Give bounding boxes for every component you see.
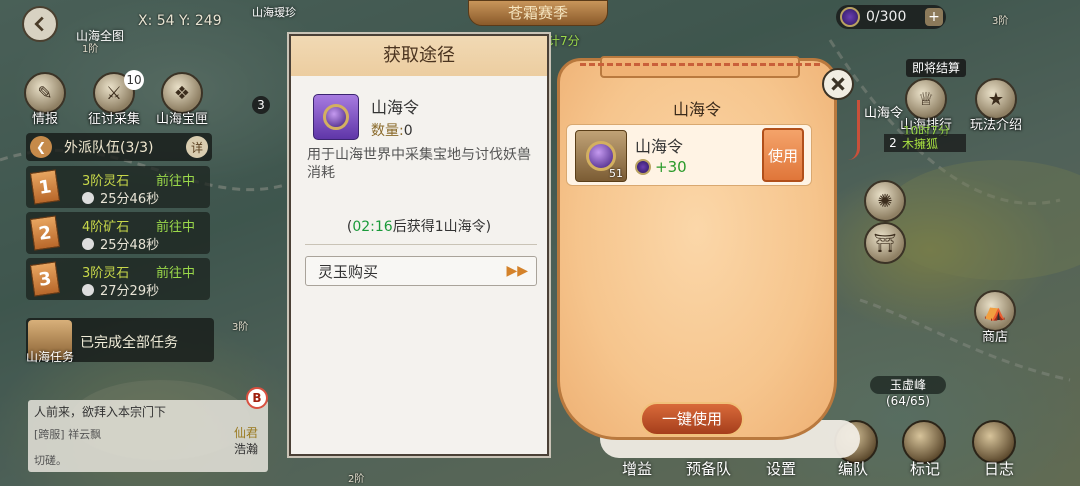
- formation-button[interactable]: 编队: [838, 458, 868, 479]
- treasure-label: 山海宝匣: [156, 112, 209, 127]
- detail-button[interactable]: 详: [186, 136, 208, 158]
- dispatch-team-header[interactable]: ❮ 外派队伍(3/3) 详: [26, 133, 212, 161]
- item-slot: [313, 94, 359, 140]
- seal-shortcut-label[interactable]: 山海令: [864, 102, 903, 121]
- seal-token-icon: [323, 104, 349, 130]
- chat-box[interactable]: 人前来，欲拜入本宗门下 [跨服] 祥云飘 切磋。 仙君 浩瀚: [28, 400, 268, 472]
- peak-name-tag: 玉虚峰: [870, 376, 946, 394]
- expedition-badge: 10: [124, 70, 144, 90]
- map-location-label: 山海瑷珍: [252, 6, 296, 19]
- buff-button[interactable]: 增益: [622, 458, 652, 479]
- team-target: 3阶灵石: [82, 174, 130, 189]
- seal-currency: 0/300 +: [836, 5, 946, 29]
- rank-number: 2: [889, 136, 897, 150]
- dispatch-team-title: 外派队伍(3/3): [64, 140, 154, 156]
- mission-panel[interactable]: 山海任务 已完成全部任务: [26, 318, 214, 364]
- add-currency-button[interactable]: +: [925, 8, 943, 26]
- buy-with-jade-button[interactable]: 灵玉购买 ▶▶: [305, 256, 537, 286]
- item-description: 用于山海世界中采集宝地与讨伐妖兽消耗: [307, 147, 531, 181]
- collapse-icon[interactable]: ❮: [30, 136, 52, 158]
- seal-token-icon: [840, 7, 860, 27]
- close-button[interactable]: [822, 68, 854, 100]
- use-button[interactable]: 使用: [762, 128, 804, 182]
- shop-label: 商店: [981, 330, 1008, 345]
- seal-currency-value: 0/300: [866, 9, 907, 25]
- level-tag: 3阶: [232, 322, 249, 333]
- guide-label: 玩法介绍: [970, 118, 1023, 133]
- map-feature-button[interactable]: ✺: [864, 180, 906, 222]
- team-number: 3: [29, 261, 61, 297]
- reserve-team-button[interactable]: 预备队: [686, 458, 731, 479]
- clock-icon: [82, 284, 94, 296]
- team-timer: 25分46秒: [82, 188, 159, 207]
- item-name: 山海令: [371, 98, 420, 117]
- expedition-label: 征讨采集: [88, 112, 141, 127]
- rank-name: 木擁狐: [902, 136, 939, 151]
- treasure-badge: 3: [252, 96, 270, 114]
- season-banner: 苍霜赛季: [468, 0, 608, 26]
- level-tag: 3阶: [992, 16, 1009, 27]
- chat-message: [跨服] 祥云飘: [34, 428, 102, 441]
- bag-item-reward: +30: [635, 158, 687, 176]
- shop-button[interactable]: ⛺ 商店: [974, 290, 1016, 345]
- season-timer-fragment: 计7分: [548, 34, 580, 48]
- level-tag: 2阶: [348, 474, 365, 485]
- team-number: 1: [29, 169, 61, 205]
- team-row[interactable]: 2 4阶矿石 前往中 25分48秒: [26, 212, 210, 254]
- settlement-tag: 即将结算: [906, 59, 966, 77]
- bag-rope: [580, 63, 820, 73]
- settings-button[interactable]: 设置: [766, 458, 796, 479]
- team-row[interactable]: 1 3阶灵石 前往中 25分46秒: [26, 166, 210, 208]
- mark-button[interactable]: 标记: [910, 458, 940, 479]
- team-status: 前往中: [156, 174, 196, 189]
- item-count: 51: [609, 167, 623, 180]
- mission-status-text: 已完成全部任务: [80, 335, 178, 351]
- fast-forward-icon: ▶▶: [506, 263, 528, 279]
- use-all-button[interactable]: 一键使用: [640, 402, 744, 436]
- treasure-button[interactable]: ❖ 山海宝匣: [156, 72, 208, 127]
- bag-title: 山海令: [672, 100, 721, 119]
- chat-message: 人前来，欲拜入本宗门下: [34, 405, 167, 419]
- team-timer: 27分29秒: [82, 280, 159, 299]
- item-quantity: 数量:0: [371, 123, 413, 139]
- gate-icon: ⛩: [864, 222, 906, 264]
- chat-sender: 仙君: [233, 426, 258, 440]
- bag-item-name: 山海令: [635, 137, 684, 156]
- clock-icon: [82, 238, 94, 250]
- team-timer: 25分48秒: [82, 234, 159, 253]
- team-number: 2: [29, 215, 61, 251]
- intel-label: 情报: [31, 112, 58, 127]
- acquisition-dialog: 获取途径 山海令 数量:0 用于山海世界中采集宝地与讨伐妖兽消耗 (02:16后…: [289, 34, 549, 456]
- peak-occupancy: (64/65): [886, 394, 930, 408]
- rank-entry: 2 木擁狐: [884, 134, 966, 152]
- buy-with-jade-label: 灵玉购买: [318, 262, 379, 281]
- team-status: 前往中: [156, 266, 196, 281]
- mission-label: 山海任务: [26, 350, 75, 364]
- clock-icon: [82, 192, 94, 204]
- team-target: 4阶矿石: [82, 220, 130, 235]
- dialog-title: 获取途径: [291, 36, 547, 76]
- swirl-icon: ✺: [864, 180, 906, 222]
- guide-button[interactable]: ★ 玩法介绍: [970, 78, 1022, 133]
- regen-timer: (02:16后获得1山海令): [346, 219, 492, 235]
- intel-button[interactable]: ✎ 情报: [24, 72, 66, 127]
- back-button[interactable]: [22, 6, 58, 42]
- team-status: 前往中: [156, 220, 196, 235]
- divider: [305, 244, 537, 245]
- chat-message: 切磋。: [34, 454, 67, 467]
- chat-sender: 浩瀚: [233, 442, 258, 456]
- chat-channel-badge[interactable]: B: [246, 387, 268, 409]
- close-icon: [831, 77, 845, 91]
- log-button[interactable]: 日志: [984, 458, 1014, 479]
- back-arrow-icon: [34, 16, 44, 32]
- item-slot[interactable]: 51: [575, 130, 627, 182]
- coordinates-readout: X: 54 Y: 249: [138, 13, 222, 29]
- team-row[interactable]: 3 3阶灵石 前往中 27分29秒: [26, 258, 210, 300]
- map-feature-button[interactable]: ⛩: [864, 222, 906, 264]
- tassel-decoration: [848, 100, 860, 160]
- level-tag: 1阶: [82, 44, 99, 55]
- seal-token-icon: [635, 159, 651, 175]
- team-target: 3阶灵石: [82, 266, 130, 281]
